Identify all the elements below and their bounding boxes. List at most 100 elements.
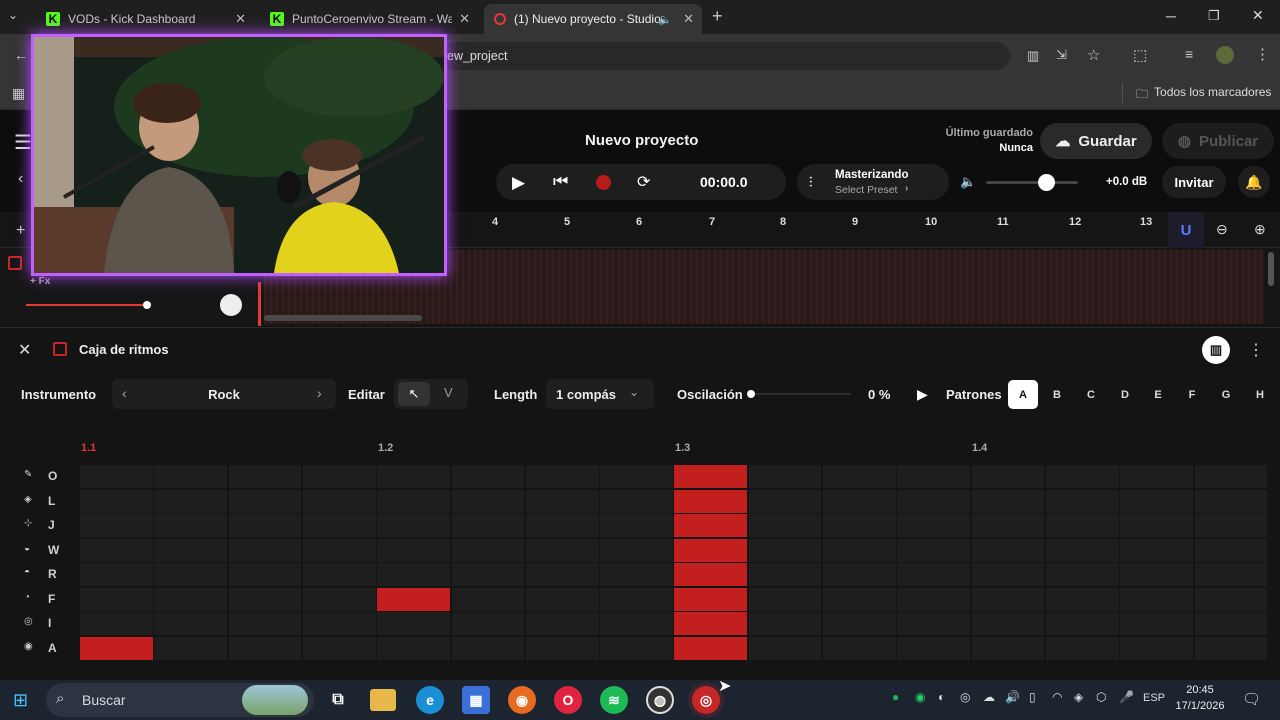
- step-cell[interactable]: [525, 514, 599, 537]
- step-cell[interactable]: [154, 587, 228, 611]
- firefox-icon[interactable]: ◉: [508, 686, 536, 714]
- taskbar-search[interactable]: ⌕ Buscar: [46, 683, 314, 717]
- tab-vods-kick[interactable]: K VODs - Kick Dashboard ✕: [36, 4, 254, 34]
- file-explorer-icon[interactable]: [370, 689, 396, 711]
- step-cell[interactable]: [228, 636, 302, 660]
- snap-magnet-icon[interactable]: U: [1168, 212, 1204, 248]
- step-cell[interactable]: [377, 563, 450, 586]
- whatsapp-tray-icon[interactable]: ◉: [915, 690, 925, 704]
- pattern-button-b[interactable]: B: [1042, 380, 1072, 409]
- step-cell[interactable]: [971, 612, 1045, 635]
- step-cell[interactable]: [525, 465, 599, 488]
- step-cell[interactable]: [600, 489, 673, 513]
- install-app-icon[interactable]: ⇲: [1056, 47, 1067, 63]
- step-cell[interactable]: [154, 612, 228, 635]
- step-cell[interactable]: [525, 612, 599, 635]
- onedrive-tray-icon[interactable]: ☁: [983, 690, 995, 704]
- step-cell[interactable]: [80, 587, 153, 611]
- vertical-scrollbar[interactable]: [1268, 252, 1274, 286]
- step-cell[interactable]: [377, 514, 450, 537]
- step-cell-active[interactable]: [674, 514, 748, 537]
- step-cell[interactable]: [154, 563, 228, 586]
- step-cell[interactable]: [823, 563, 896, 586]
- step-cell[interactable]: [823, 587, 896, 611]
- close-tab-icon[interactable]: ✕: [683, 11, 694, 27]
- track-volume-slider[interactable]: [26, 304, 148, 306]
- hamburger-menu-icon[interactable]: ☰: [14, 130, 32, 155]
- bookmark-star-icon[interactable]: ☆: [1087, 46, 1100, 64]
- chrome-tray-icon[interactable]: ◎: [960, 690, 970, 704]
- window-close-icon[interactable]: ✕: [1252, 7, 1264, 24]
- draw-tool-icon[interactable]: V: [444, 385, 453, 400]
- antivirus-tray-icon[interactable]: ⬡: [1096, 690, 1106, 704]
- step-cell-active[interactable]: [674, 636, 748, 660]
- step-cell[interactable]: [1045, 489, 1119, 513]
- step-cell[interactable]: [1194, 612, 1268, 635]
- step-cell[interactable]: [302, 587, 376, 611]
- zoom-out-icon[interactable]: ⊖: [1216, 221, 1228, 238]
- step-cell[interactable]: [525, 538, 599, 562]
- minimize-icon[interactable]: ─: [1166, 8, 1176, 24]
- step-cell[interactable]: [525, 489, 599, 513]
- chrome-icon[interactable]: ◎: [692, 686, 720, 714]
- profile-avatar[interactable]: [1216, 46, 1234, 64]
- add-track-icon[interactable]: +: [16, 222, 25, 240]
- taskbar-clock-time[interactable]: 20:45: [1176, 684, 1224, 696]
- step-cell[interactable]: [451, 514, 525, 537]
- instrument-selector[interactable]: ‹ Rock ›: [112, 379, 336, 409]
- step-cell[interactable]: [748, 612, 822, 635]
- project-title[interactable]: Nuevo proyecto: [585, 132, 698, 149]
- step-cell[interactable]: [377, 465, 450, 488]
- step-cell[interactable]: [600, 636, 673, 660]
- wifi-tray-icon[interactable]: ◠: [1052, 690, 1062, 704]
- step-cell[interactable]: [897, 612, 971, 635]
- master-volume-slider[interactable]: [986, 181, 1078, 184]
- step-cell[interactable]: [377, 489, 450, 513]
- step-cell[interactable]: [971, 636, 1045, 660]
- windows-start-icon[interactable]: ⊞: [13, 690, 28, 711]
- step-cell[interactable]: [897, 465, 971, 488]
- publish-button[interactable]: ◍ Publicar: [1162, 123, 1274, 159]
- step-cell[interactable]: [748, 587, 822, 611]
- zoom-in-icon[interactable]: ⊕: [1254, 221, 1266, 238]
- step-cell[interactable]: [897, 636, 971, 660]
- step-cell[interactable]: [823, 514, 896, 537]
- step-cell[interactable]: [80, 563, 153, 586]
- audio-playing-icon[interactable]: 🔈: [658, 13, 672, 26]
- step-cell[interactable]: [1194, 636, 1268, 660]
- invite-button[interactable]: Invitar: [1162, 166, 1226, 198]
- step-cell[interactable]: [302, 514, 376, 537]
- step-cell[interactable]: [1194, 563, 1268, 586]
- step-cell[interactable]: [600, 465, 673, 488]
- pattern-button-h[interactable]: H: [1245, 380, 1275, 409]
- discord-tray-icon[interactable]: ◐: [938, 690, 945, 704]
- length-dropdown[interactable]: 1 compás ⌄: [546, 379, 654, 409]
- step-cell[interactable]: [1045, 636, 1119, 660]
- step-cell-active[interactable]: [377, 587, 450, 611]
- swing-slider-thumb[interactable]: [747, 390, 755, 398]
- maximize-icon[interactable]: ❐: [1208, 8, 1220, 24]
- step-cell-active[interactable]: [674, 465, 748, 488]
- step-cell[interactable]: [451, 636, 525, 660]
- step-cell[interactable]: [80, 489, 153, 513]
- pointer-tool-icon[interactable]: ↖: [398, 382, 430, 406]
- track-volume-thumb[interactable]: [143, 301, 151, 309]
- step-cell[interactable]: [302, 489, 376, 513]
- step-cell[interactable]: [1120, 514, 1193, 537]
- step-cell[interactable]: [1045, 465, 1119, 488]
- pattern-button-g[interactable]: G: [1211, 380, 1241, 409]
- step-cell-active[interactable]: [674, 538, 748, 562]
- step-cell[interactable]: [525, 563, 599, 586]
- step-cell-active[interactable]: [674, 612, 748, 635]
- step-cell[interactable]: [154, 636, 228, 660]
- step-cell[interactable]: [748, 489, 822, 513]
- step-cell[interactable]: [823, 538, 896, 562]
- step-cell[interactable]: [1120, 538, 1193, 562]
- pan-knob[interactable]: [220, 294, 242, 316]
- step-cell[interactable]: [971, 489, 1045, 513]
- step-cell[interactable]: [823, 612, 896, 635]
- step-cell[interactable]: [154, 465, 228, 488]
- close-panel-icon[interactable]: ✕: [18, 340, 31, 360]
- step-cell[interactable]: [228, 563, 302, 586]
- step-cell[interactable]: [600, 612, 673, 635]
